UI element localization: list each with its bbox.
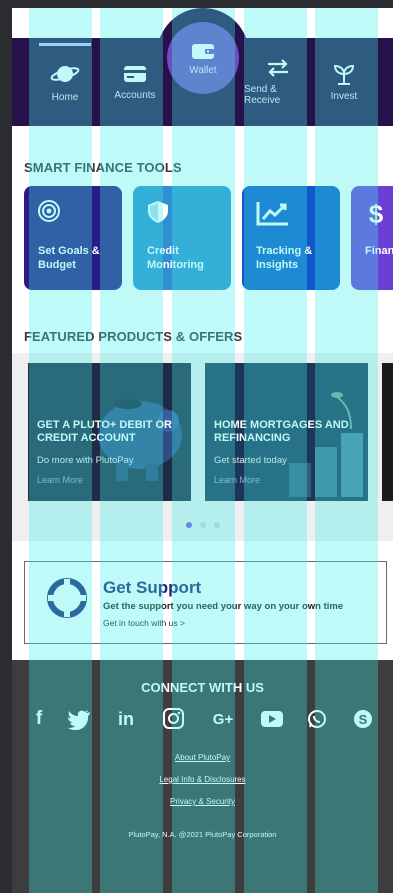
offers-section-title: FEATURED PRODUCTS & OFFERS xyxy=(24,329,243,344)
nav-label: Send & Receive xyxy=(244,84,281,106)
shield-icon xyxy=(148,201,168,223)
nav-invest[interactable]: Invest xyxy=(318,38,370,126)
footer-link-about[interactable]: About PlutoPay xyxy=(12,753,393,762)
connect-title: CONNECT WITH US xyxy=(141,680,264,695)
transfer-arrows-icon xyxy=(268,59,288,77)
nav-send-receive[interactable]: Send & Receive xyxy=(244,38,312,126)
tool-card-goals[interactable]: Set Goals & Budget xyxy=(24,186,122,290)
tools-section-title: SMART FINANCE TOOLS xyxy=(24,160,182,175)
google-plus-icon[interactable]: G+ xyxy=(208,708,238,730)
nav-label: Home xyxy=(51,91,79,103)
tool-card-finance[interactable]: $ Finan Guida xyxy=(351,186,393,290)
target-icon xyxy=(38,200,60,222)
offer-learn-more-link[interactable]: Learn More xyxy=(37,475,83,485)
offer-subtitle: Do more with PlutoPay xyxy=(37,455,134,466)
pagination-dot[interactable] xyxy=(213,522,220,528)
carousel-pagination xyxy=(12,522,393,528)
svg-text:S: S xyxy=(359,712,368,727)
pagination-dot-active[interactable] xyxy=(185,522,192,528)
lifebuoy-icon xyxy=(47,578,87,618)
sprout-icon xyxy=(333,64,355,85)
twitter-icon[interactable] xyxy=(66,708,92,730)
nav-label: Invest xyxy=(330,90,358,102)
svg-text:$: $ xyxy=(369,200,384,228)
facebook-icon[interactable]: f xyxy=(26,708,52,730)
support-description: Get the support you need your way on you… xyxy=(103,601,344,612)
card-icon xyxy=(124,65,146,82)
instagram-icon[interactable] xyxy=(160,708,186,730)
nav-label: Accounts xyxy=(114,89,156,101)
offer-title: GET A PLUTO+ DEBIT OR CREDIT ACCOUNT xyxy=(37,419,172,444)
offer-subtitle: Get started today xyxy=(214,455,287,466)
copyright-text: PlutoPay, N.A. @2021 PlutoPay Corporatio… xyxy=(128,830,277,839)
bottom-nav-bar: Home Accounts Wallet Send & Receive Inve… xyxy=(12,8,393,126)
footer-link-legal[interactable]: Legal Info & Disclosures xyxy=(12,775,393,784)
tool-card-tracking[interactable]: Tracking & Insights xyxy=(242,186,340,290)
support-card[interactable]: Get Support Get the support you need you… xyxy=(24,561,387,644)
tool-card-label: Set Goals & Budget xyxy=(38,245,100,271)
trend-chart-icon xyxy=(256,202,288,226)
app-frame: Home Accounts Wallet Send & Receive Inve… xyxy=(12,8,393,893)
planet-icon xyxy=(50,65,80,82)
nav-home[interactable]: Home xyxy=(39,38,91,126)
youtube-icon[interactable] xyxy=(259,708,285,730)
offer-learn-more-link[interactable]: Learn More xyxy=(214,475,260,485)
footer-link-privacy[interactable]: Privacy & Security xyxy=(12,797,393,806)
offers-carousel[interactable]: GET A PLUTO+ DEBIT OR CREDIT ACCOUNT Do … xyxy=(12,353,393,541)
nav-label: Wallet xyxy=(189,64,217,76)
support-contact-link[interactable]: Get in touch with us > xyxy=(103,618,185,628)
footer: CONNECT WITH US f in G+ S About PlutoPay… xyxy=(12,660,393,893)
support-title: Get Support xyxy=(103,578,202,597)
tool-card-label: Finan Guida xyxy=(365,245,393,257)
tool-card-label: Credit Monitoring xyxy=(147,245,204,271)
offer-title: HOME MORTGAGES AND REFINANCING xyxy=(214,419,349,444)
offer-card-mortgage[interactable]: HOME MORTGAGES AND REFINANCING Get start… xyxy=(205,363,368,501)
skype-icon[interactable]: S xyxy=(350,708,376,730)
tool-card-credit[interactable]: Credit Monitoring xyxy=(133,186,231,290)
active-indicator xyxy=(39,43,91,46)
tool-card-label: Tracking & Insights xyxy=(256,245,313,271)
pagination-dot[interactable] xyxy=(199,522,206,528)
offer-card-next[interactable] xyxy=(382,363,393,501)
linkedin-icon[interactable]: in xyxy=(113,708,139,730)
wallet-icon xyxy=(192,43,214,59)
nav-accounts[interactable]: Accounts xyxy=(105,38,165,126)
whatsapp-icon[interactable] xyxy=(304,708,330,730)
offer-card-debit[interactable]: GET A PLUTO+ DEBIT OR CREDIT ACCOUNT Do … xyxy=(28,363,191,501)
nav-wallet[interactable]: Wallet xyxy=(167,22,239,94)
dollar-icon: $ xyxy=(369,200,384,228)
